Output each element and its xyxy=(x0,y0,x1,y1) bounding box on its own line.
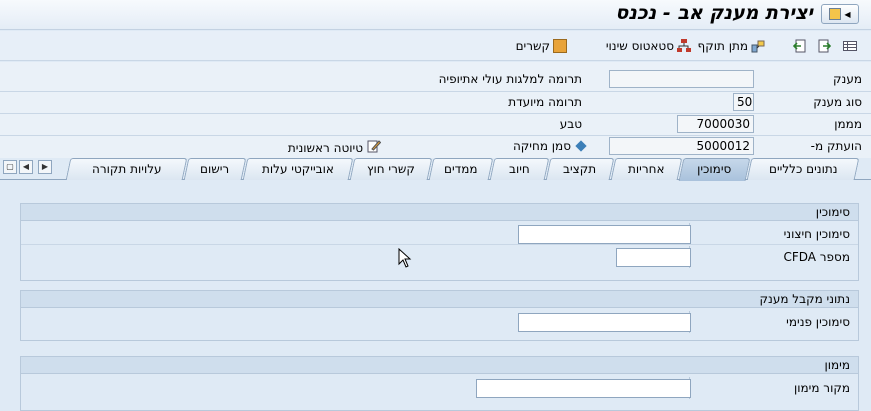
row-divider xyxy=(0,113,871,114)
grant-type-description: תרומה מיועדת xyxy=(508,95,582,109)
copied-from-field[interactable]: 5000012 xyxy=(609,137,754,155)
tab-budget[interactable]: תקציב xyxy=(545,158,615,180)
tab-general-data[interactable]: נתונים כלליים xyxy=(746,158,860,180)
funding-source-label: מקור מימון xyxy=(793,381,850,395)
tab-scroll-right-button[interactable]: ▶ xyxy=(38,160,52,174)
back-document-icon xyxy=(792,39,807,53)
funding-group: מימון מקור מימון xyxy=(20,356,859,411)
tab-cost-objects[interactable]: אובייקטי עלות xyxy=(242,158,354,180)
validity-button[interactable]: מתן תוקף xyxy=(698,37,765,55)
external-ref-row: סימוכין חיצוני xyxy=(21,223,858,245)
internal-ref-label: סימוכין פנימי xyxy=(786,315,850,329)
sponsor-field[interactable]: 7000030 xyxy=(677,115,754,133)
table-icon xyxy=(843,39,857,53)
next-object-button[interactable] xyxy=(817,37,832,55)
tab-overhead-costs[interactable]: עלויות תקורה xyxy=(65,158,188,180)
status-change-button[interactable]: סטאטוס שינוי xyxy=(606,37,691,55)
tab-references[interactable]: סימוכין xyxy=(678,158,751,181)
grant-type-label: סוג מענק xyxy=(813,95,862,109)
relations-button[interactable]: קשרים xyxy=(516,37,567,55)
grantor-field[interactable] xyxy=(609,70,754,88)
draft-indicator: טיוטה ראשונית xyxy=(288,139,382,156)
row-divider xyxy=(0,91,871,92)
dropdown-arrow-icon: ◀ xyxy=(844,9,851,19)
currency-label: טבע xyxy=(559,117,582,131)
tab-posting[interactable]: רישום xyxy=(183,158,247,180)
recipient-group: נתוני מקבל מענק סימוכין פנימי xyxy=(20,290,859,341)
tab-strip: ▢ ◀ ▶ נתונים כלליים סימוכין אחריות תקציב… xyxy=(0,158,871,181)
tab-billing[interactable]: חיוב xyxy=(489,158,550,180)
reference-group: סימוכין סימוכין חיצוני מספר CFDA xyxy=(20,203,859,281)
menu-icon xyxy=(829,8,842,20)
external-ref-input[interactable] xyxy=(518,225,691,244)
grant-type-field[interactable]: 50 xyxy=(733,93,754,111)
relations-icon xyxy=(553,39,567,53)
group-title: מימון xyxy=(21,357,858,374)
mouse-pointer-icon xyxy=(398,247,412,271)
tab-content: סימוכין סימוכין חיצוני מספר CFDA נתוני מ… xyxy=(0,181,871,411)
grantor-description: תרומה למלגות עולי אתיופיה xyxy=(438,72,582,86)
cfda-label: מספר CFDA xyxy=(783,250,850,264)
group-title: סימוכין xyxy=(21,204,858,221)
tab-scroll-left-button[interactable]: ◀ xyxy=(19,160,33,174)
system-menu-button[interactable]: ◀ xyxy=(821,4,859,24)
group-title: נתוני מקבל מענק xyxy=(21,291,858,308)
copied-from-label: הועתק מ- xyxy=(810,139,862,153)
row-divider xyxy=(0,135,871,136)
internal-ref-input[interactable] xyxy=(518,313,691,332)
cfda-row: מספר CFDA xyxy=(21,246,858,268)
grantor-label: מענק xyxy=(833,72,862,86)
previous-object-button[interactable] xyxy=(792,37,807,55)
validity-icon xyxy=(751,39,765,53)
tab-list-button[interactable]: ▢ xyxy=(3,160,17,174)
tab-responsibility[interactable]: אחריות xyxy=(610,158,683,180)
page-title: יצירת מענק אב - נכנס xyxy=(615,2,813,24)
funding-source-row: מקור מימון xyxy=(21,377,858,399)
internal-ref-row: סימוכין פנימי xyxy=(21,311,858,333)
funding-source-input[interactable] xyxy=(476,379,691,398)
layout-button[interactable] xyxy=(843,37,857,55)
external-ref-label: סימוכין חיצוני xyxy=(783,227,850,241)
status-tree-icon xyxy=(677,39,691,53)
cfda-input[interactable] xyxy=(616,248,691,267)
application-toolbar: קשרים סטאטוס שינוי מתן תוקף xyxy=(0,31,871,61)
tab-dimensions[interactable]: ממדים xyxy=(428,158,494,180)
forward-document-icon xyxy=(817,39,832,53)
diamond-icon xyxy=(575,140,587,152)
sponsor-label: מממן xyxy=(834,117,862,131)
header-area: מענק תרומה למלגות עולי אתיופיה סוג מענק … xyxy=(0,62,871,158)
edit-pencil-icon xyxy=(367,139,382,156)
deletion-flag[interactable]: סמן מחיקה xyxy=(513,139,587,153)
title-bar: יצירת מענק אב - נכנס ◀ xyxy=(0,0,871,30)
tab-external-relations[interactable]: קשרי חוץ xyxy=(349,158,433,180)
